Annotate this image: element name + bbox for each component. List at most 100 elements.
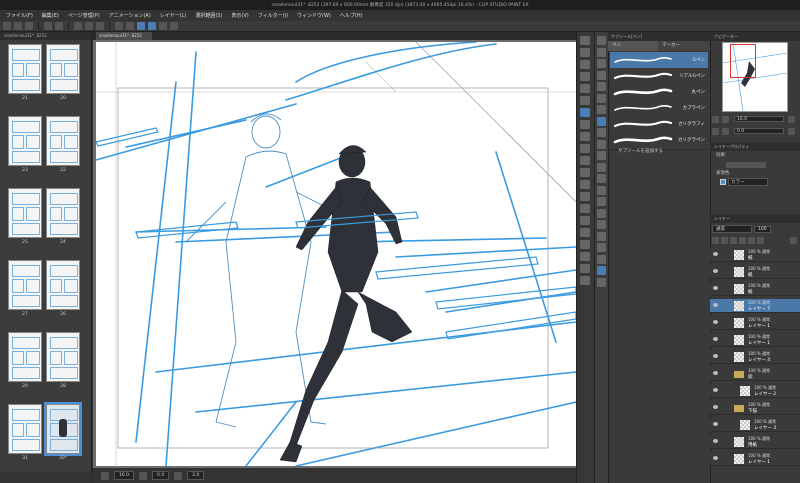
eraser-icon[interactable] [580,168,590,177]
undo-icon[interactable] [44,22,52,30]
rotate-right-icon[interactable] [722,128,729,135]
rotation-angle[interactable]: 0.0 [152,471,170,480]
text-icon[interactable] [597,231,606,241]
sub-color-icon[interactable] [597,277,606,287]
page-spread[interactable]: 25 24 [6,188,84,252]
fill-icon[interactable] [85,22,93,30]
lock-icon[interactable] [739,237,746,244]
pen-icon[interactable] [597,116,606,126]
page-thumbnail[interactable] [8,404,42,454]
figure-icon[interactable] [580,216,590,225]
correction-icon[interactable] [580,276,590,285]
rotate-icon[interactable] [597,59,606,68]
gradient-icon[interactable] [580,204,590,213]
rotate-icon[interactable] [174,471,183,480]
clip-icon[interactable] [730,237,737,244]
save-icon[interactable] [25,22,33,30]
dropper-icon[interactable] [597,105,606,114]
canvas-paper[interactable] [95,41,577,467]
visibility-eye-icon[interactable] [713,439,718,443]
menu-edit[interactable]: 編集(E) [42,12,59,19]
ruler-icon[interactable] [597,220,606,229]
visibility-eye-icon[interactable] [713,405,718,409]
decoration-icon[interactable] [580,156,590,165]
page-thumbnail[interactable] [8,188,42,238]
tab-marker[interactable]: マーカー [658,41,710,51]
layer-row[interactable]: 100 % 通常 レイヤー 1 [710,333,800,347]
line-fix-icon[interactable] [597,254,606,264]
layer-row[interactable]: 100 % 通常 レイヤー 1 [710,316,800,330]
layer-tab[interactable]: レイヤー [710,214,800,223]
wand-icon[interactable] [597,93,606,103]
operation-icon[interactable] [580,60,590,69]
page-spread[interactable]: 23 22 [6,116,84,180]
effect-buttons[interactable] [726,162,766,168]
menu-view[interactable]: 表示(V) [231,12,248,19]
pencil-icon[interactable] [580,120,590,129]
visibility-eye-icon[interactable] [713,269,718,273]
snap-grid-icon[interactable] [159,22,167,30]
visibility-eye-icon[interactable] [713,456,718,460]
reference-icon[interactable] [757,237,764,244]
navigator-viewport-frame[interactable] [730,44,756,78]
layer-row[interactable]: 100 % 通常 レイヤー 7 [710,299,800,313]
settings-icon[interactable] [170,22,178,30]
menu-file[interactable]: ファイル(F) [6,12,33,19]
layer-row[interactable]: 100 % 通常紙 [710,282,800,296]
zoom-in-icon[interactable] [597,36,606,45]
page-thumbnail[interactable] [44,402,82,456]
page-thumbnail[interactable] [8,116,42,166]
object-icon[interactable] [597,70,606,80]
tab-pen[interactable]: ペン [608,41,658,51]
page-thumbnail[interactable] [8,44,42,94]
layer-row[interactable]: 100 % 通常 レイヤー 2 [710,384,800,398]
subtool-group-tab-pen[interactable]: サブツール[ペン] [611,34,642,40]
zoom-out-icon[interactable] [712,116,719,123]
page-spread[interactable]: 31 30* [6,402,84,468]
eraser-icon[interactable] [597,162,606,172]
auto-select-icon[interactable] [580,84,590,93]
visibility-eye-icon[interactable] [713,354,718,358]
menu-layer[interactable]: レイヤー(L) [160,12,187,19]
lasso-icon[interactable] [597,82,606,91]
new-layer-icon[interactable] [712,237,719,244]
menu-selection[interactable]: 選択範囲(S) [195,12,222,19]
layer-row[interactable]: 100 % 通常紙 [710,265,800,279]
ruler-icon[interactable] [580,240,590,249]
fit-icon[interactable] [788,116,795,123]
page-thumbnail[interactable] [46,332,80,382]
pen-icon[interactable] [580,108,590,117]
layer-row[interactable]: 100 % 通常 用紙 [710,435,800,449]
page-spread[interactable]: 21 20 [6,44,84,108]
menu-filter[interactable]: フィルター(I) [258,12,288,19]
add-subtool-button[interactable]: サブツールを追加する [618,148,663,154]
rotate-left-icon[interactable] [712,128,719,135]
main-color-icon[interactable] [597,266,606,275]
blend-icon[interactable] [580,180,590,189]
menu-window[interactable]: ウィンドウ(W) [297,12,331,19]
menu-page[interactable]: ページ管理(P) [68,12,100,19]
frame-icon[interactable] [580,228,590,237]
selection-icon[interactable] [580,72,590,81]
navigator-angle[interactable]: 0.0 [734,128,784,134]
layer-row[interactable]: 100 % 通常 レイヤー 1 [710,452,800,466]
zoom-icon[interactable] [580,36,590,45]
snap-special-ruler-icon[interactable] [148,22,156,30]
menu-help[interactable]: ヘルプ(H) [340,12,363,19]
brush-icon[interactable] [597,139,606,149]
brush-icon[interactable] [580,132,590,141]
transform-icon[interactable] [96,22,104,30]
layer-row[interactable]: 100 % 通常 レイヤー 4 [710,350,800,364]
gradient-icon[interactable] [597,185,606,195]
expression-color-select[interactable]: カラー [728,178,768,186]
page-thumbnail[interactable] [8,332,42,382]
navigator-tab[interactable]: ナビゲーター [710,32,800,41]
zoom-out-icon[interactable] [101,471,109,480]
new-folder-icon[interactable] [721,237,728,244]
text-icon[interactable] [580,252,590,261]
visibility-eye-icon[interactable] [713,337,718,341]
balloon-icon[interactable] [580,264,590,273]
delete-layer-icon[interactable] [790,237,797,244]
visibility-eye-icon[interactable] [713,286,718,290]
layer-folder-row[interactable]: 100 % 通常枠 [710,367,800,381]
